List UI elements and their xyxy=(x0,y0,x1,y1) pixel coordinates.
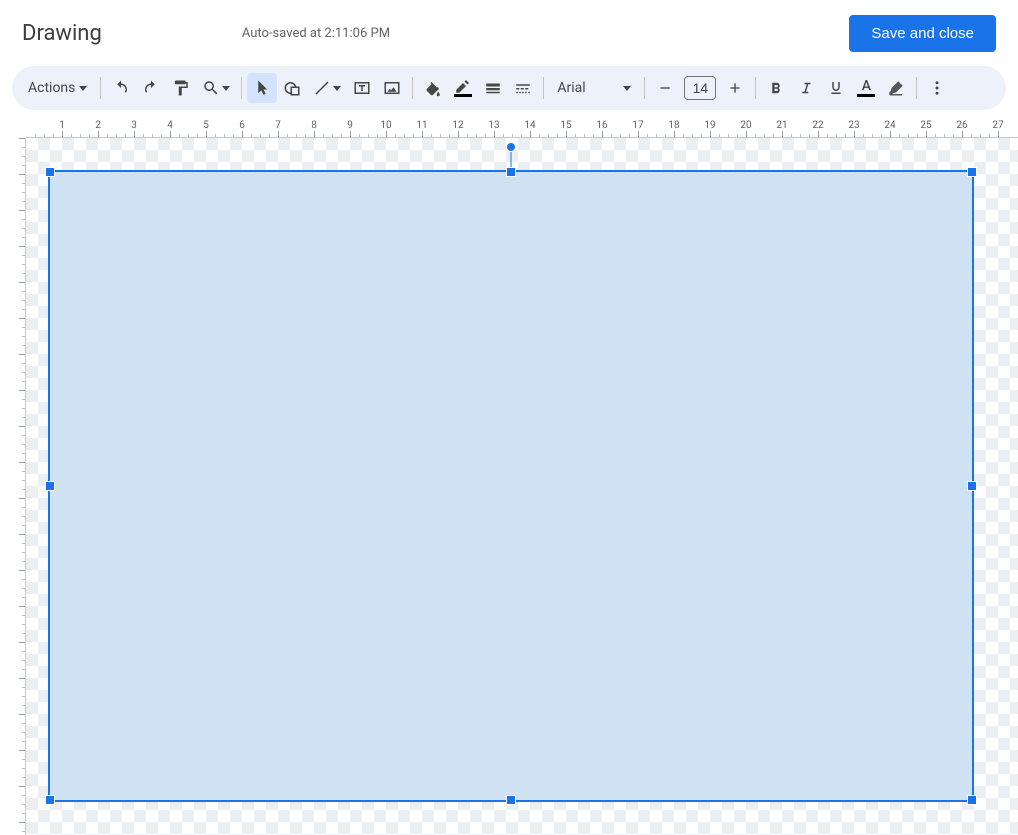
ruler-h-label: 25 xyxy=(920,120,931,131)
resize-handle-middle-left[interactable] xyxy=(45,481,55,491)
vertical-ruler[interactable] xyxy=(0,138,26,835)
resize-handle-top-right[interactable] xyxy=(967,167,977,177)
ruler-h-label: 23 xyxy=(848,120,859,131)
italic-button[interactable] xyxy=(791,73,821,103)
resize-handle-middle-right[interactable] xyxy=(967,481,977,491)
ruler-h-label: 15 xyxy=(560,120,571,131)
zoom-button[interactable] xyxy=(196,73,236,103)
toolbar: Actions xyxy=(12,66,1006,110)
chevron-down-icon xyxy=(333,86,341,91)
ruler-h-label: 18 xyxy=(668,120,679,131)
resize-handle-top-left[interactable] xyxy=(45,167,55,177)
horizontal-ruler[interactable]: 1234567891011121314151617181920212223242… xyxy=(26,120,1018,138)
underline-icon xyxy=(827,79,845,97)
shape-tool-button[interactable] xyxy=(277,73,307,103)
line-tool-button[interactable] xyxy=(307,73,347,103)
paint-format-button[interactable] xyxy=(166,73,196,103)
ruler-h-label: 21 xyxy=(776,120,787,131)
undo-icon xyxy=(112,79,130,97)
cursor-icon xyxy=(253,79,271,97)
chevron-down-icon xyxy=(222,86,230,91)
line-dash-icon xyxy=(514,79,532,97)
redo-icon xyxy=(142,79,160,97)
actions-menu-button[interactable]: Actions xyxy=(20,73,95,103)
ruler-h-label: 22 xyxy=(812,120,823,131)
highlight-color-button[interactable] xyxy=(881,73,911,103)
ruler-h-label: 14 xyxy=(524,120,535,131)
pencil-icon xyxy=(454,79,472,93)
image-icon xyxy=(383,79,401,97)
line-icon xyxy=(313,79,331,97)
resize-handle-bottom-left[interactable] xyxy=(45,795,55,805)
ruler-h-label: 9 xyxy=(347,120,353,131)
ruler-h-label: 19 xyxy=(704,120,715,131)
ruler-h-label: 7 xyxy=(275,120,281,131)
italic-icon xyxy=(797,79,815,97)
ruler-h-label: 13 xyxy=(488,120,499,131)
drawing-canvas[interactable] xyxy=(26,138,1018,835)
shape-icon xyxy=(283,79,301,97)
ruler-h-label: 11 xyxy=(416,120,427,131)
ruler-h-label: 5 xyxy=(203,120,209,131)
ruler-h-label: 16 xyxy=(596,120,607,131)
chevron-down-icon xyxy=(79,86,87,91)
resize-handle-top-middle[interactable] xyxy=(506,167,516,177)
border-weight-button[interactable] xyxy=(478,73,508,103)
ruler-h-label: 20 xyxy=(740,120,751,131)
resize-handle-bottom-middle[interactable] xyxy=(506,795,516,805)
line-weight-icon xyxy=(484,79,502,97)
fill-color-button[interactable] xyxy=(418,73,448,103)
resize-handle-bottom-right[interactable] xyxy=(967,795,977,805)
undo-button[interactable] xyxy=(106,73,136,103)
bold-button[interactable] xyxy=(761,73,791,103)
ruler-h-label: 4 xyxy=(167,120,173,131)
text-color-button[interactable]: A xyxy=(851,73,881,103)
highlighter-icon xyxy=(887,79,905,97)
ruler-h-label: 24 xyxy=(884,120,895,131)
autosave-status: Auto-saved at 2:11:06 PM xyxy=(242,26,390,41)
ruler-h-label: 2 xyxy=(95,120,101,131)
redo-button[interactable] xyxy=(136,73,166,103)
selected-rectangle-shape[interactable] xyxy=(48,170,974,802)
bold-icon xyxy=(767,79,785,97)
border-color-button[interactable] xyxy=(448,73,478,103)
dialog-header: Drawing Auto-saved at 2:11:06 PM Save an… xyxy=(0,0,1018,56)
ruler-h-label: 12 xyxy=(452,120,463,131)
underline-button[interactable] xyxy=(821,73,851,103)
ruler-h-label: 27 xyxy=(992,120,1003,131)
ruler-h-label: 10 xyxy=(380,120,391,131)
ruler-h-label: 6 xyxy=(239,120,245,131)
ruler-h-label: 3 xyxy=(131,120,137,131)
more-options-button[interactable] xyxy=(922,73,952,103)
font-size-input[interactable] xyxy=(684,76,716,100)
textbox-icon xyxy=(353,79,371,97)
increase-font-size-button[interactable] xyxy=(720,73,750,103)
save-and-close-button[interactable]: Save and close xyxy=(849,15,996,52)
textbox-tool-button[interactable] xyxy=(347,73,377,103)
border-dash-button[interactable] xyxy=(508,73,538,103)
more-vertical-icon xyxy=(928,79,946,97)
plus-icon xyxy=(727,80,743,96)
ruler-h-label: 26 xyxy=(956,120,967,131)
text-color-a-icon: A xyxy=(862,79,871,93)
zoom-icon xyxy=(202,79,220,97)
chevron-down-icon xyxy=(623,86,631,91)
ruler-h-label: 8 xyxy=(311,120,317,131)
ruler-h-label: 1 xyxy=(59,120,65,131)
paint-roller-icon xyxy=(172,79,190,97)
font-family-selector[interactable]: Arial xyxy=(549,73,639,103)
workspace: 1234567891011121314151617181920212223242… xyxy=(0,120,1018,835)
decrease-font-size-button[interactable] xyxy=(650,73,680,103)
rotate-handle[interactable] xyxy=(506,142,516,152)
dialog-title: Drawing xyxy=(22,21,102,46)
minus-icon xyxy=(657,80,673,96)
image-tool-button[interactable] xyxy=(377,73,407,103)
select-tool-button[interactable] xyxy=(247,73,277,103)
paint-bucket-icon xyxy=(424,79,442,97)
ruler-h-label: 17 xyxy=(632,120,643,131)
